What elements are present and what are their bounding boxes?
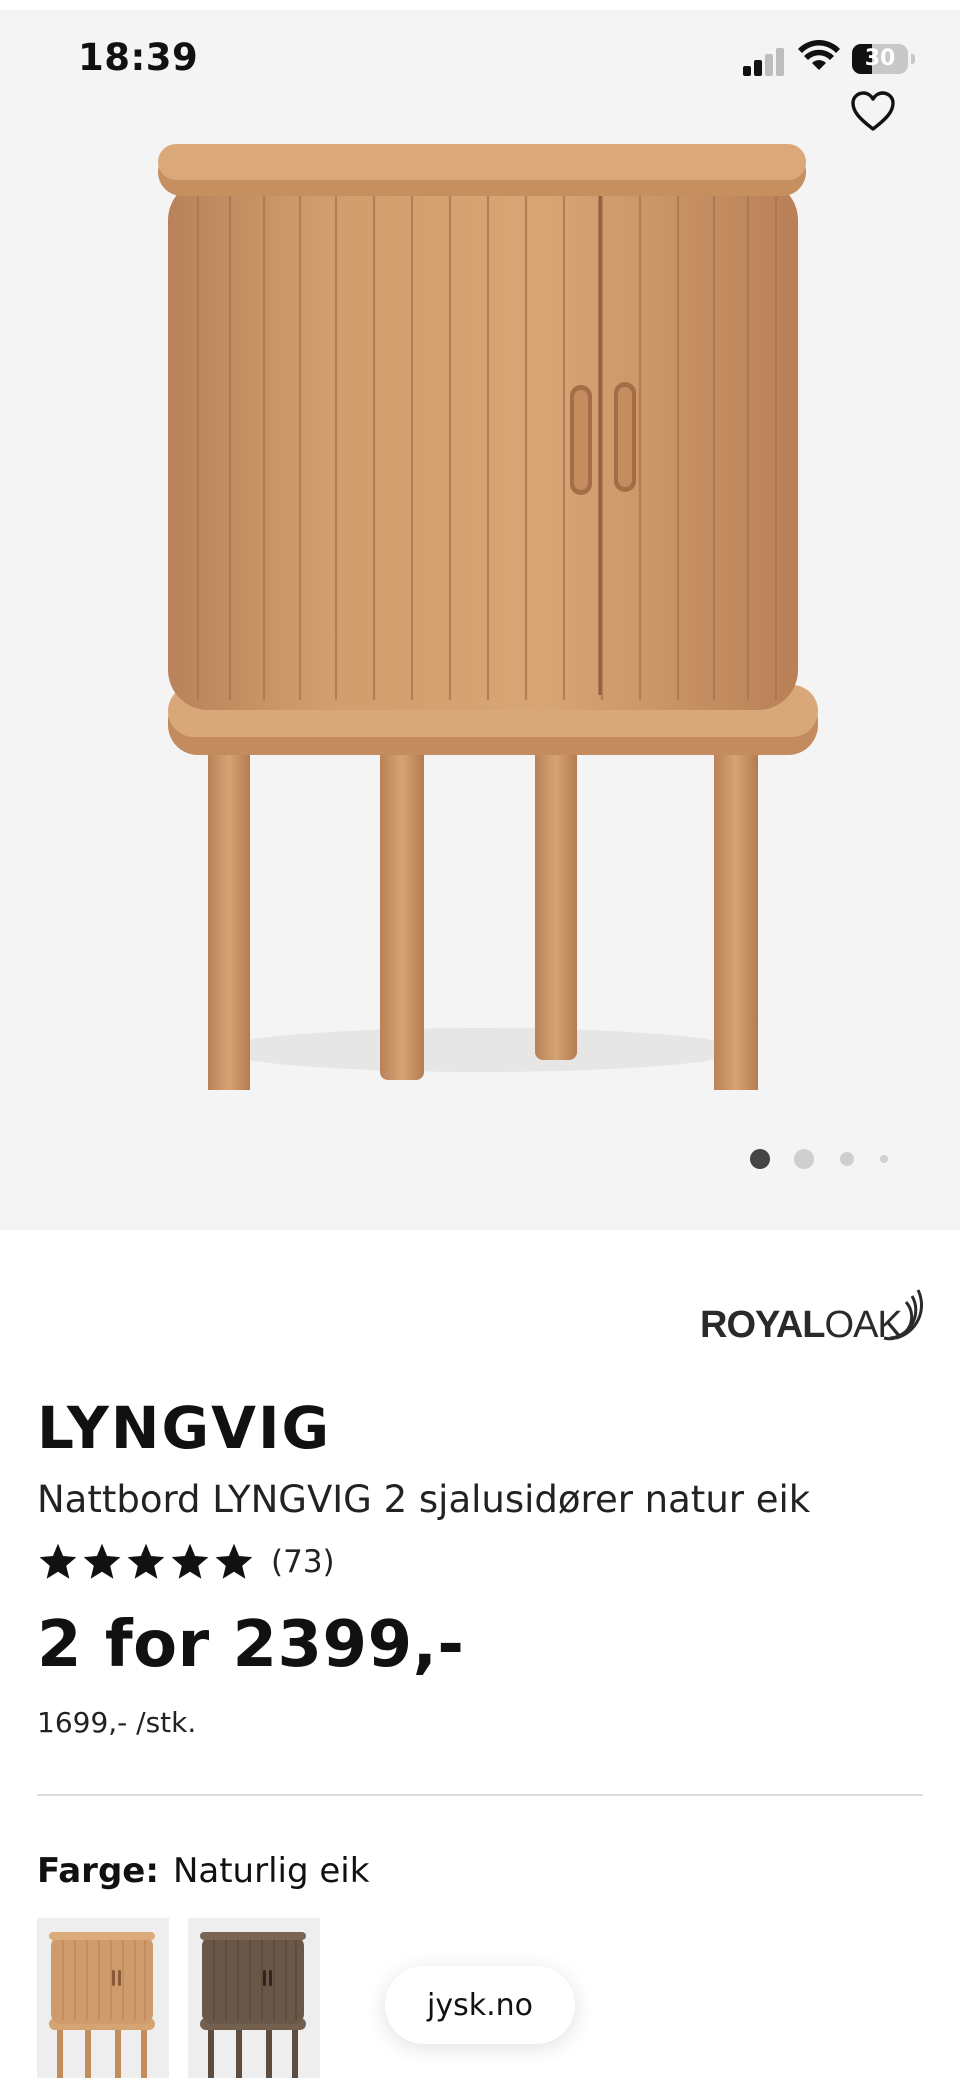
color-value: Naturlig eik — [172, 1851, 370, 1891]
signal-icon — [743, 44, 787, 76]
product-title: LYNGVIG — [37, 1394, 332, 1462]
battery-icon: 30 — [852, 44, 915, 74]
star-icon — [39, 1543, 77, 1579]
wifi-icon — [798, 40, 840, 70]
page-dot[interactable] — [794, 1149, 814, 1169]
star-icon — [83, 1543, 121, 1579]
color-swatch-dark-oak[interactable] — [188, 1918, 320, 2078]
image-pagination[interactable] — [750, 1149, 890, 1169]
color-selector: Farge: Naturlig eik — [37, 1851, 369, 1891]
star-icon — [215, 1543, 253, 1579]
brand-name: ROYALOAK — [700, 1304, 903, 1346]
page-dot-active[interactable] — [750, 1149, 770, 1169]
top-band — [0, 0, 960, 10]
natural-oak-thumbnail — [49, 1932, 155, 2078]
color-label: Farge: — [37, 1851, 159, 1891]
star-icon — [171, 1543, 209, 1579]
rating-count: (73) — [271, 1544, 335, 1580]
unit-price: 1699,- /stk. — [37, 1706, 197, 1739]
divider — [37, 1794, 923, 1796]
product-description: Nattbord LYNGVIG 2 sjalusidører natur ei… — [37, 1478, 811, 1521]
product-image-area[interactable]: 18:39 30 — [0, 0, 960, 1230]
product-photo — [158, 144, 818, 1090]
color-swatch-natural-oak[interactable] — [37, 1918, 169, 2078]
star-icon — [127, 1543, 165, 1579]
url-pill[interactable]: jysk.no — [385, 1966, 575, 2044]
page-dot[interactable] — [880, 1155, 888, 1163]
heart-icon[interactable] — [850, 90, 896, 132]
brand-logo[interactable]: ROYALOAK — [700, 1282, 924, 1352]
rating[interactable]: (73) — [37, 1540, 335, 1584]
battery-level: 30 — [864, 46, 896, 71]
price: 2 for 2399,- — [37, 1608, 465, 1682]
page-dot[interactable] — [840, 1152, 854, 1166]
status-time: 18:39 — [78, 36, 199, 79]
dark-oak-thumbnail — [200, 1932, 306, 2078]
brand-arcs-icon — [883, 1289, 923, 1341]
